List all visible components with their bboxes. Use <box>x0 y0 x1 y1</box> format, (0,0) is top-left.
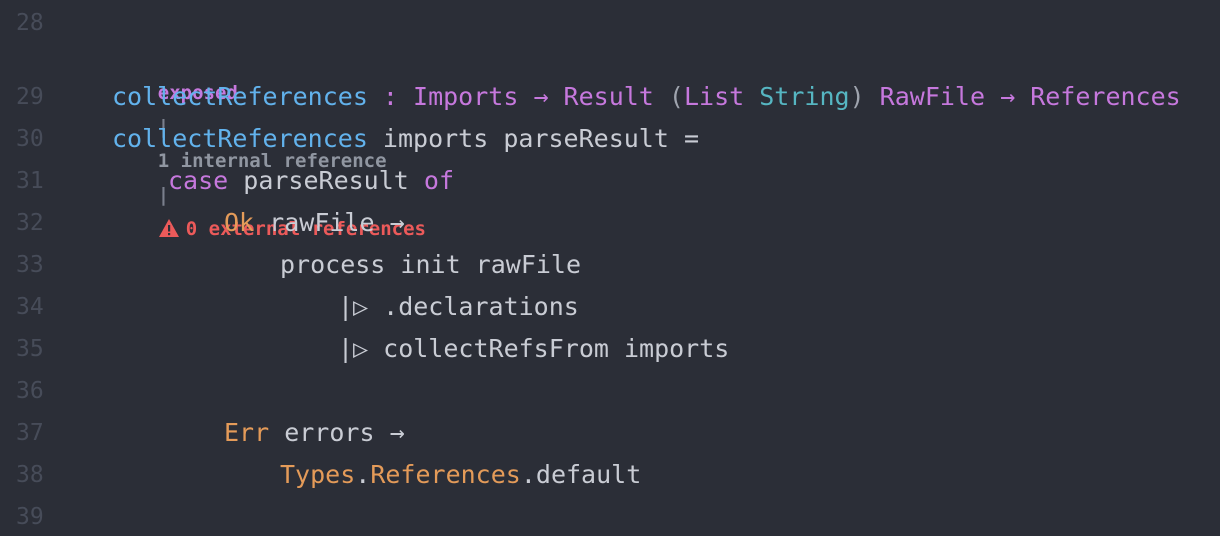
punctuation: ( <box>653 82 684 111</box>
code-text: process init rawFile <box>280 244 581 286</box>
code-text: |▷ .declarations <box>338 286 579 328</box>
keyword: case <box>168 166 229 195</box>
code-text: collectReferences imports parseResult = <box>112 118 699 160</box>
code-text: |▷ collectRefsFrom imports <box>338 328 729 370</box>
line-number: 31 <box>16 168 44 194</box>
code-line: 36 <box>0 370 1220 412</box>
code-editor[interactable]: 28 exposed | 1 internal reference | 0 ex… <box>0 0 1220 536</box>
type-name: Result <box>563 82 654 111</box>
line-number: 30 <box>16 126 44 152</box>
punctuation: ) <box>849 82 880 111</box>
code-text: Err errors → <box>224 412 405 454</box>
arrow: → <box>518 82 564 111</box>
line-number: 34 <box>16 294 44 320</box>
type-name: List <box>683 82 745 111</box>
code-plain: .default <box>520 460 642 489</box>
arrow: → <box>985 82 1031 111</box>
code-line: 37 Err errors → <box>0 412 1220 454</box>
code-line: 30 collectReferences imports parseResult… <box>0 118 1220 160</box>
code-line: 28 <box>0 2 1220 44</box>
line-number: 39 <box>16 504 44 530</box>
line-number: 33 <box>16 252 44 278</box>
line-number: 38 <box>16 462 44 488</box>
code-line: 39 <box>0 496 1220 536</box>
code-plain: errors → <box>269 418 405 447</box>
type-name: References <box>1030 82 1181 111</box>
line-number: 37 <box>16 420 44 446</box>
line-number: 32 <box>16 210 44 236</box>
function-name: collectReferences <box>112 124 368 153</box>
type-name: RawFile <box>879 82 986 111</box>
code-plain: |▷ collectRefsFrom imports <box>338 334 730 363</box>
code-line: 31 case parseResult of <box>0 160 1220 202</box>
line-number: 28 <box>16 10 44 36</box>
code-line: 33 process init rawFile <box>0 244 1220 286</box>
code-line: 29 collectReferences : Imports → Result … <box>0 76 1220 118</box>
module-name: References <box>370 460 521 489</box>
module-name: Types <box>280 460 356 489</box>
code-lens: exposed | 1 internal reference | 0 exter… <box>112 42 426 240</box>
code-plain: |▷ .declarations <box>338 292 579 321</box>
code-line: 38 Types.References.default <box>0 454 1220 496</box>
code-text: case parseResult of <box>168 160 454 202</box>
builtin-type: String <box>759 82 850 111</box>
line-number: 35 <box>16 336 44 362</box>
code-plain: rawFile → <box>254 208 405 237</box>
code-plain: imports parseResult = <box>367 124 700 153</box>
operator: : <box>367 82 414 111</box>
line-number: 29 <box>16 84 44 110</box>
code-text: collectReferences : Imports → Result (Li… <box>112 76 1181 118</box>
code-text: Types.References.default <box>280 454 641 496</box>
line-number: 36 <box>16 378 44 404</box>
code-line: 35 |▷ collectRefsFrom imports <box>0 328 1220 370</box>
constructor: Err <box>224 418 270 447</box>
constructor: Ok <box>224 208 255 237</box>
code-line: 32 Ok rawFile → <box>0 202 1220 244</box>
code-text: Ok rawFile → <box>224 202 405 244</box>
punctuation: . <box>355 460 371 489</box>
code-line: 34 |▷ .declarations <box>0 286 1220 328</box>
keyword: of <box>423 166 454 195</box>
code-plain: process init rawFile <box>280 250 582 279</box>
code-plain: parseResult <box>228 166 424 195</box>
type-name: Imports <box>413 82 519 111</box>
function-name: collectReferences <box>112 82 368 111</box>
